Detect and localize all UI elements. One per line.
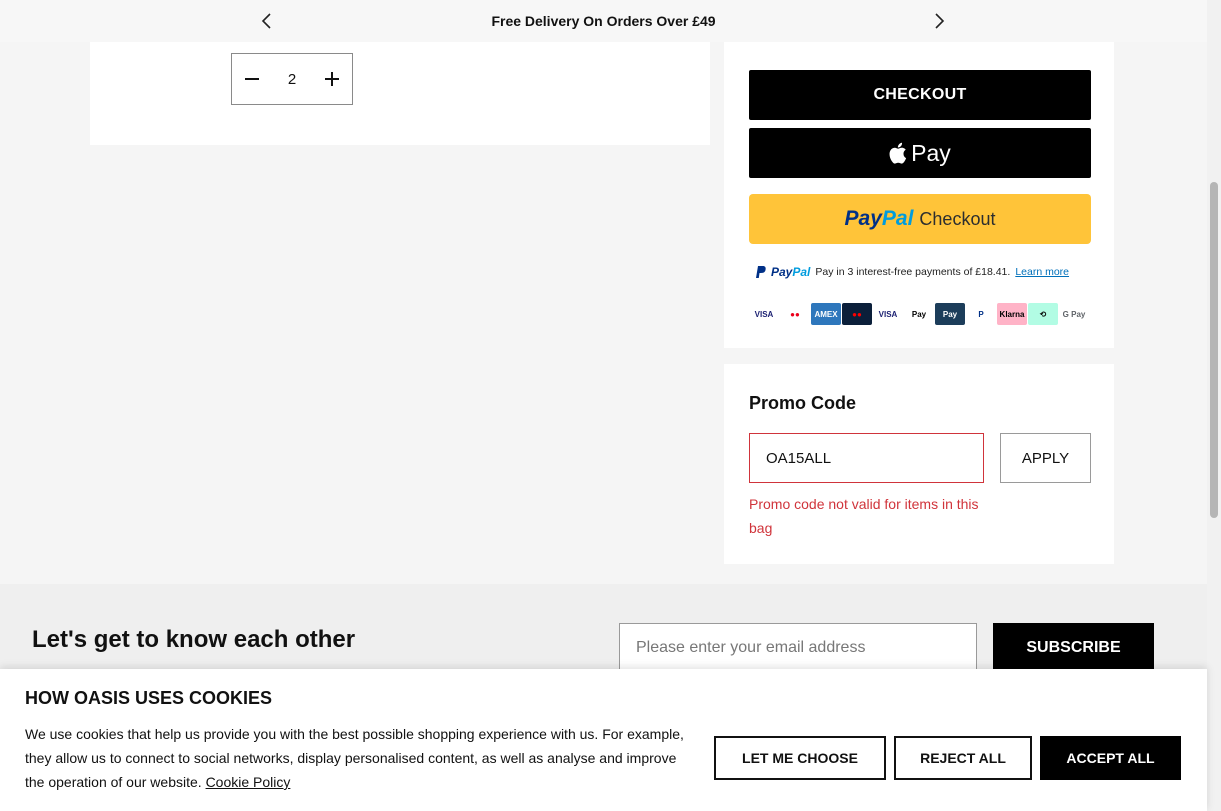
cookie-text: We use cookies that help us provide you …: [25, 726, 684, 790]
accept-all-button[interactable]: ACCEPT ALL: [1040, 736, 1181, 780]
cookie-banner: HOW OASIS USES COOKIES We use cookies th…: [0, 669, 1207, 811]
cookie-policy-link[interactable]: Cookie Policy: [206, 774, 291, 790]
reject-all-button[interactable]: REJECT ALL: [894, 736, 1032, 780]
apply-promo-button[interactable]: APPLY: [1000, 433, 1091, 483]
payment-method-icon: ⟲: [1028, 303, 1058, 325]
cookie-title: HOW OASIS USES COOKIES: [25, 688, 273, 708]
scrollbar-thumb[interactable]: [1210, 182, 1218, 518]
payment-method-icon: AMEX: [811, 303, 841, 325]
checkout-button[interactable]: CHECKOUT: [749, 70, 1091, 120]
email-field[interactable]: [619, 623, 977, 673]
promo-title: Promo Code: [749, 393, 857, 413]
minus-icon: [245, 78, 259, 80]
payment-method-icon: ●●: [780, 303, 810, 325]
quantity-stepper: 2: [231, 53, 353, 105]
chevron-right-icon[interactable]: [930, 11, 950, 31]
decrease-quantity-button[interactable]: [232, 54, 272, 104]
paypal-checkout-label: Checkout: [919, 208, 996, 229]
promo-code-panel: Promo Code APPLY Promo code not valid fo…: [724, 364, 1114, 564]
newsletter-title: Let's get to know each other: [32, 626, 356, 653]
quantity-value: 2: [287, 71, 297, 88]
promo-bar: Free Delivery On Orders Over £49: [0, 0, 1207, 42]
paypal-pay-later-message: PayPal Pay in 3 interest-free payments o…: [754, 263, 1094, 281]
page-scrollbar[interactable]: [1207, 0, 1221, 811]
plus-icon: [325, 72, 339, 86]
promo-message: Free Delivery On Orders Over £49: [491, 13, 716, 29]
apple-pay-label: Pay: [911, 139, 951, 166]
checkout-panel: CHECKOUT Pay PayPal Checkout PayPal Pay …: [724, 42, 1114, 348]
payment-methods: VISA ●● AMEX ●● VISA Pay Pay P Klarna ⟲ G Pay: [749, 303, 1089, 325]
payment-method-icon: P: [966, 303, 996, 325]
apple-pay-button[interactable]: Pay: [749, 128, 1091, 178]
paypal-small-logo: PayPal: [771, 265, 811, 279]
paylater-text: Pay in 3 interest-free payments of £18.4…: [815, 266, 1011, 278]
paypal-icon: [756, 266, 766, 278]
payment-method-icon: Pay: [935, 303, 965, 325]
paylater-learn-more-link[interactable]: Learn more: [1015, 266, 1069, 278]
cart-item-card: 2: [90, 42, 710, 145]
promo-code-input[interactable]: [749, 433, 984, 483]
paypal-logo: PayPal: [844, 207, 914, 230]
payment-method-icon: VISA: [749, 303, 779, 325]
let-me-choose-button[interactable]: LET ME CHOOSE: [714, 736, 886, 780]
payment-method-icon: G Pay: [1059, 303, 1089, 325]
payment-method-icon: Pay: [904, 303, 934, 325]
payment-method-icon: ●●: [842, 303, 872, 325]
payment-method-icon: Klarna: [997, 303, 1027, 325]
increase-quantity-button[interactable]: [312, 54, 352, 104]
paypal-checkout-button[interactable]: PayPal Checkout: [749, 194, 1091, 244]
subscribe-button[interactable]: SUBSCRIBE: [993, 623, 1154, 673]
payment-method-icon: VISA: [873, 303, 903, 325]
cookie-description: We use cookies that help us provide you …: [25, 722, 685, 794]
promo-error-message: Promo code not valid for items in this b…: [749, 496, 979, 536]
apple-icon: [889, 142, 907, 164]
